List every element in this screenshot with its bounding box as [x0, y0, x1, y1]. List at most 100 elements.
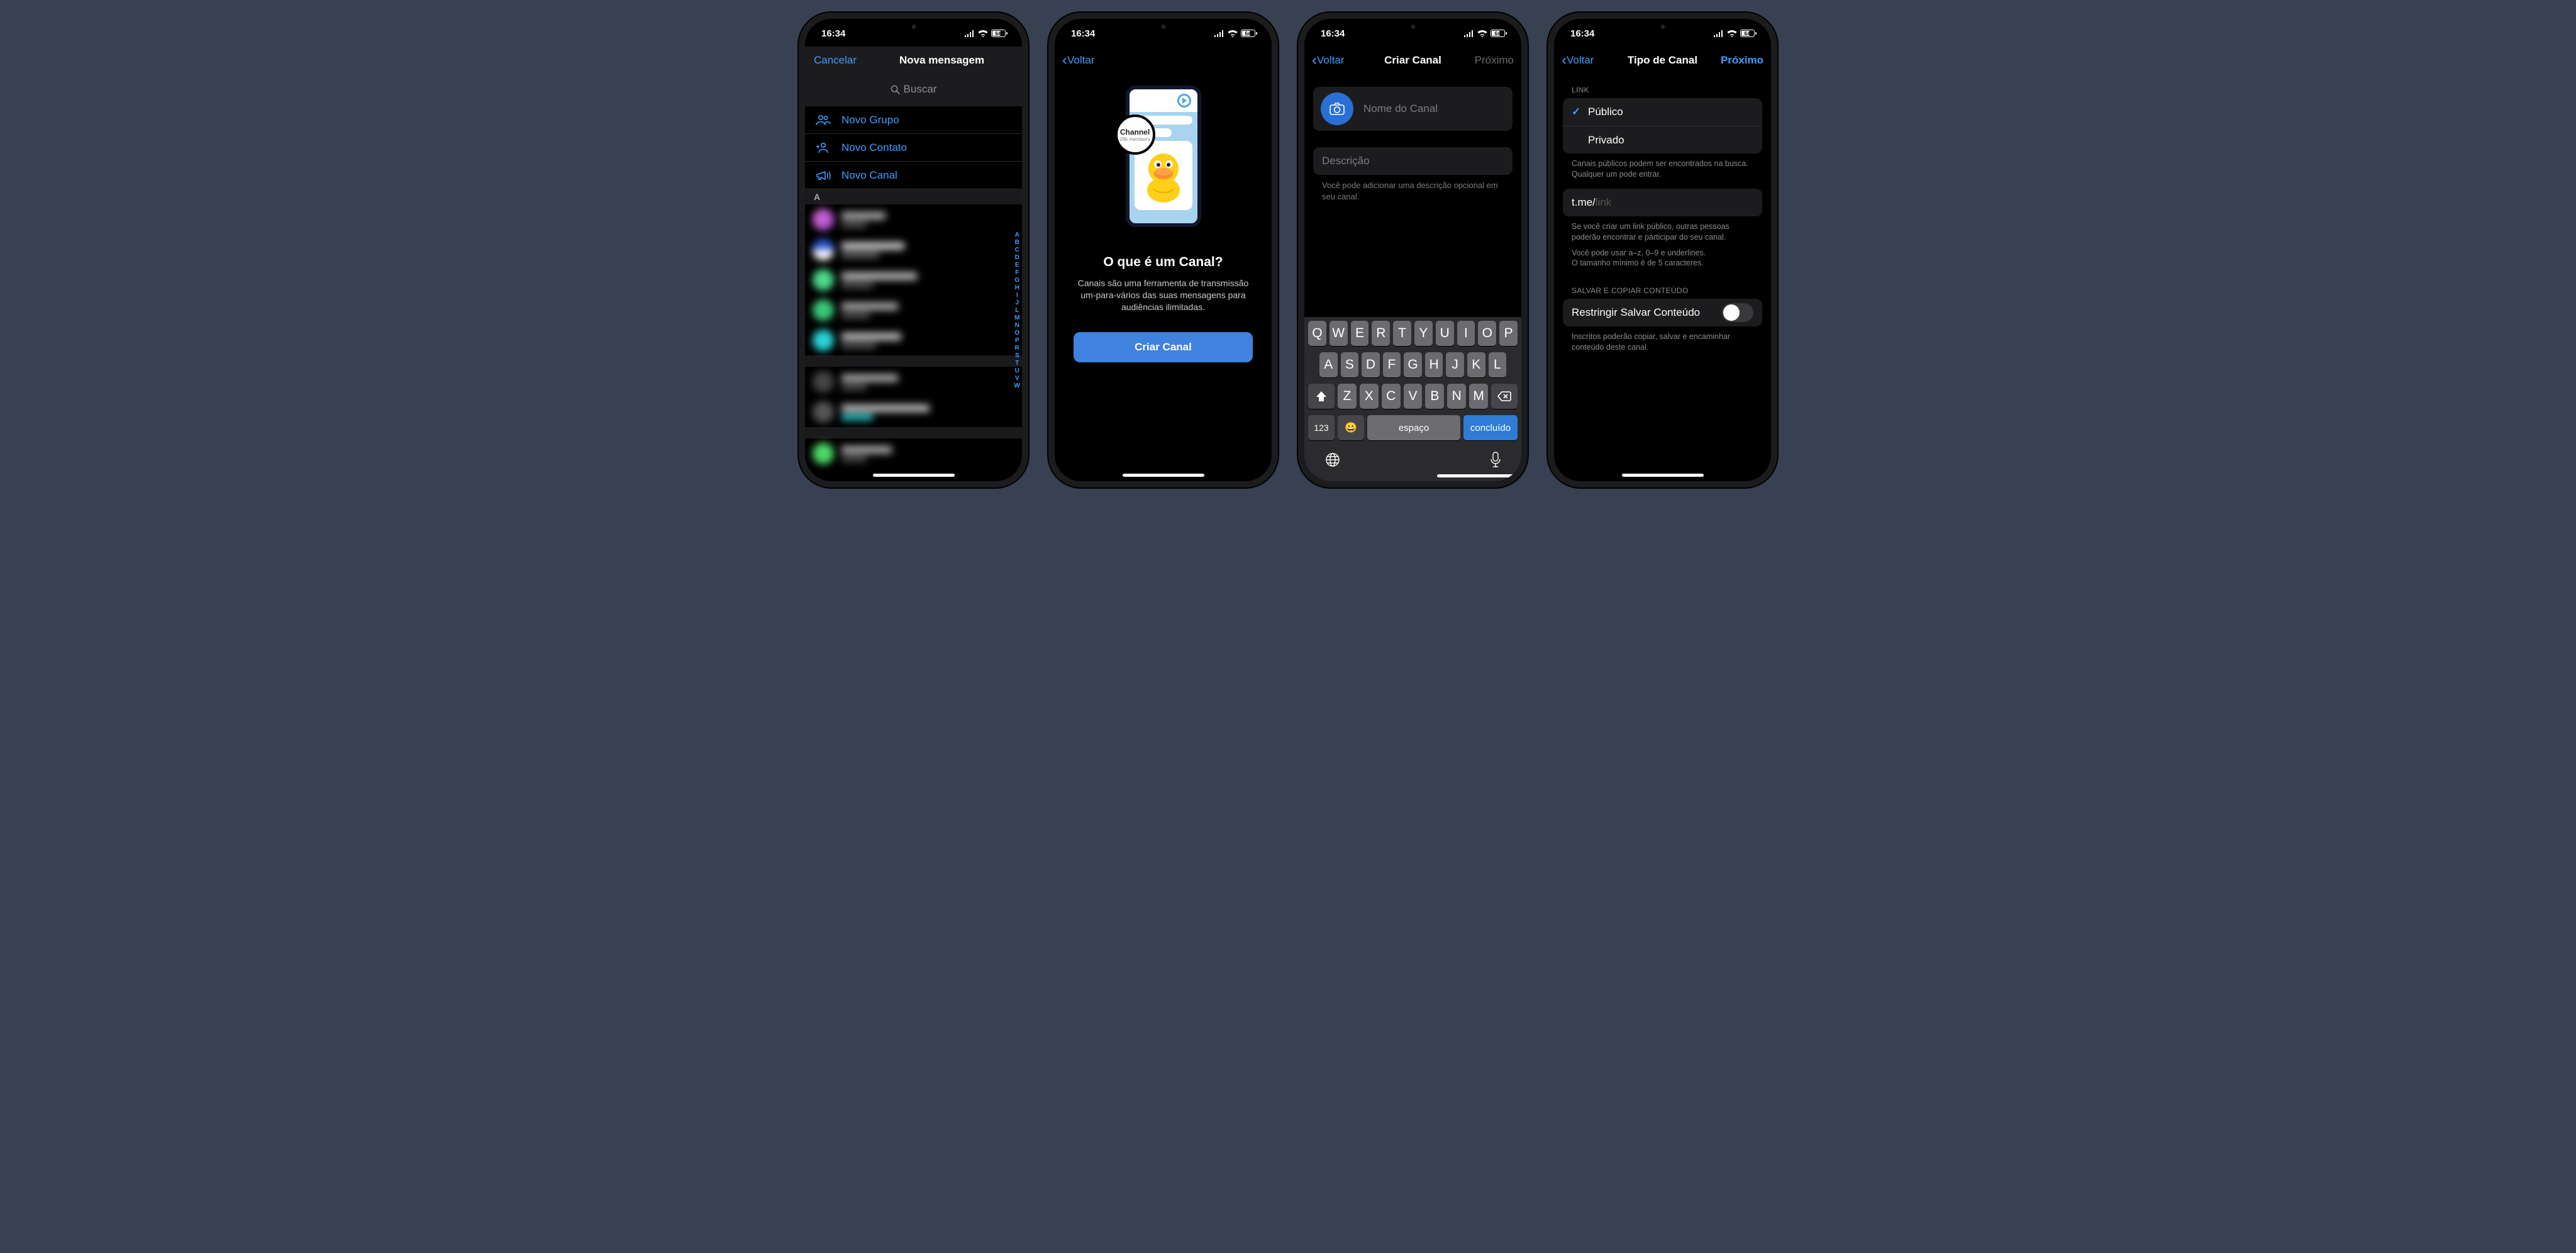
- back-button[interactable]: ‹Voltar: [1562, 53, 1594, 68]
- group-icon: [815, 114, 831, 126]
- key-y[interactable]: Y: [1414, 321, 1433, 346]
- public-link-input[interactable]: t.me/link: [1563, 189, 1762, 216]
- key-n[interactable]: N: [1447, 384, 1466, 409]
- key-g[interactable]: G: [1404, 352, 1422, 377]
- next-button[interactable]: Próximo: [1721, 54, 1763, 67]
- channel-description-input[interactable]: Descrição: [1313, 147, 1513, 175]
- menu-new-channel[interactable]: Novo Canal: [805, 162, 1022, 189]
- description-hint: Você pode adicionar uma descrição opcion…: [1313, 175, 1513, 202]
- list-item[interactable]: [805, 367, 1022, 397]
- key-u[interactable]: U: [1436, 321, 1454, 346]
- key-x[interactable]: X: [1360, 384, 1379, 409]
- back-label: Voltar: [1567, 54, 1594, 67]
- key-w[interactable]: W: [1330, 321, 1348, 346]
- create-channel-button[interactable]: Criar Canal: [1074, 332, 1253, 362]
- key-s[interactable]: S: [1341, 352, 1359, 377]
- svg-text:64: 64: [1245, 31, 1251, 36]
- set-photo-button[interactable]: [1321, 92, 1353, 125]
- key-z[interactable]: Z: [1338, 384, 1357, 409]
- globe-icon[interactable]: [1324, 452, 1341, 468]
- back-label: Voltar: [1067, 54, 1094, 67]
- chevron-left-icon: ‹: [1062, 53, 1067, 68]
- home-indicator[interactable]: [1622, 474, 1704, 477]
- list-item[interactable]: [805, 325, 1022, 355]
- keyboard: QWERTYUIOP ASDFGHJKL ZXCVBNM 123 😀 espaç…: [1304, 317, 1521, 481]
- key-i[interactable]: I: [1457, 321, 1475, 346]
- key-m[interactable]: M: [1469, 384, 1488, 409]
- restrict-toggle[interactable]: [1722, 303, 1753, 322]
- status-time: 16:34: [1071, 28, 1095, 39]
- key-j[interactable]: J: [1446, 352, 1464, 377]
- menu-label: Novo Canal: [841, 169, 897, 182]
- back-label: Voltar: [1317, 54, 1344, 67]
- alpha-index[interactable]: ABCDEFGHIJLMNOPRSTUVW: [1014, 189, 1020, 431]
- status-right: 64: [964, 30, 1008, 37]
- link-hint: Se você criar um link público, outras pe…: [1563, 216, 1762, 243]
- numbers-key[interactable]: 123: [1308, 415, 1335, 440]
- chevron-left-icon: ‹: [1562, 53, 1567, 68]
- key-d[interactable]: D: [1362, 352, 1380, 377]
- key-f[interactable]: F: [1383, 352, 1401, 377]
- restrict-hint: Inscritos poderão copiar, salvar e encam…: [1563, 326, 1762, 353]
- duck-sticker: [1138, 147, 1189, 204]
- link-prefix: t.me/: [1572, 196, 1596, 208]
- mic-icon[interactable]: [1490, 452, 1501, 468]
- next-button[interactable]: Próximo: [1475, 54, 1514, 67]
- nav-bar: Cancelar Nova mensagem: [805, 47, 1022, 74]
- list-item[interactable]: [805, 235, 1022, 265]
- back-button[interactable]: ‹Voltar: [1062, 53, 1094, 68]
- key-v[interactable]: V: [1404, 384, 1423, 409]
- key-q[interactable]: Q: [1308, 321, 1326, 346]
- backspace-key[interactable]: [1491, 384, 1518, 409]
- search-placeholder: Buscar: [904, 83, 937, 96]
- search-input[interactable]: Buscar: [813, 78, 1014, 101]
- channel-name-input[interactable]: Nome do Canal: [1363, 103, 1438, 115]
- home-indicator[interactable]: [1123, 474, 1204, 477]
- camera-icon: [1330, 103, 1345, 115]
- home-indicator[interactable]: [873, 474, 955, 477]
- option-private[interactable]: Privado: [1563, 126, 1762, 153]
- key-o[interactable]: O: [1478, 321, 1496, 346]
- play-icon: [1177, 94, 1191, 108]
- list-item[interactable]: [805, 438, 1022, 469]
- menu-label: Novo Contato: [841, 142, 907, 154]
- option-label: Privado: [1588, 134, 1624, 147]
- list-item[interactable]: [805, 265, 1022, 295]
- key-p[interactable]: P: [1499, 321, 1518, 346]
- list-item[interactable]: [805, 295, 1022, 325]
- svg-text:64: 64: [996, 31, 1001, 36]
- key-c[interactable]: C: [1382, 384, 1401, 409]
- badge-sub: 28k members: [1119, 136, 1150, 142]
- channel-name-row: Nome do Canal: [1313, 87, 1513, 131]
- section-header-save: SALVAR E COPIAR CONTEÚDO: [1563, 286, 1762, 299]
- list-item[interactable]: [805, 204, 1022, 235]
- status-time: 16:34: [1570, 28, 1594, 39]
- list-item[interactable]: [805, 397, 1022, 427]
- key-a[interactable]: A: [1319, 352, 1338, 377]
- key-k[interactable]: K: [1467, 352, 1485, 377]
- link-hint-2: Você pode usar a–z, 0–9 e underlines. O …: [1563, 243, 1762, 269]
- emoji-key[interactable]: 😀: [1338, 415, 1364, 440]
- check-icon: ✓: [1572, 106, 1588, 118]
- shift-key[interactable]: [1308, 384, 1335, 409]
- key-r[interactable]: R: [1372, 321, 1390, 346]
- restrict-label: Restringir Salvar Conteúdo: [1572, 306, 1700, 319]
- done-key[interactable]: concluído: [1463, 415, 1518, 440]
- key-h[interactable]: H: [1425, 352, 1443, 377]
- back-button[interactable]: ‹Voltar: [1312, 53, 1344, 68]
- home-indicator[interactable]: [1437, 474, 1519, 477]
- key-l[interactable]: L: [1489, 352, 1507, 377]
- channel-illustration: Channel 28k members: [1116, 86, 1211, 227]
- public-hint: Canais públicos podem ser encontrados na…: [1563, 153, 1762, 180]
- cancel-button[interactable]: Cancelar: [814, 54, 857, 67]
- menu-new-contact[interactable]: Novo Contato: [805, 134, 1022, 162]
- section-header-a: A: [805, 189, 1022, 204]
- key-e[interactable]: E: [1351, 321, 1369, 346]
- menu-new-group[interactable]: Novo Grupo: [805, 106, 1022, 134]
- onboarding-title: O que é um Canal?: [1103, 255, 1223, 270]
- key-b[interactable]: B: [1425, 384, 1444, 409]
- key-t[interactable]: T: [1393, 321, 1411, 346]
- svg-text:64: 64: [1495, 31, 1501, 36]
- space-key[interactable]: espaço: [1367, 415, 1460, 440]
- option-public[interactable]: ✓ Público: [1563, 98, 1762, 126]
